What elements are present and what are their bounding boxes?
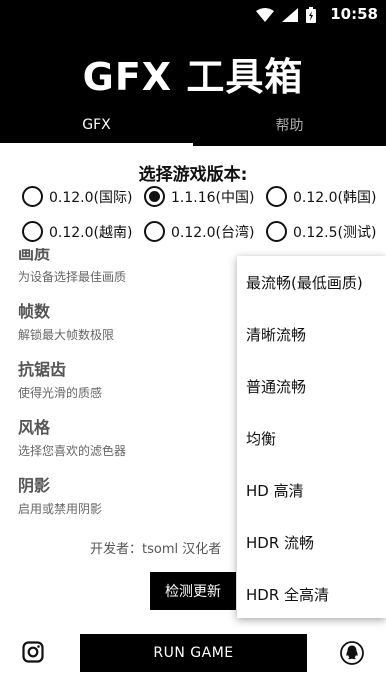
radio-checked-icon[interactable]	[144, 186, 165, 207]
version-option-label: 0.12.0(国际)	[49, 189, 133, 206]
battery-icon	[306, 7, 316, 23]
app-header: GFX 工具箱 GFX 帮助	[0, 30, 386, 146]
radio-unchecked-icon[interactable]	[266, 186, 287, 207]
version-option-label: 0.12.0(台湾)	[171, 224, 255, 241]
dropdown-option-normal-smooth[interactable]: 普通流畅	[237, 360, 386, 412]
version-radio-row-1: 0.12.0(国际) 1.1.16(中国) 0.12.0(韩国)	[22, 186, 382, 207]
version-radio-row-2: 0.12.0(越南) 0.12.0(台湾) 0.12.5(测试)	[22, 221, 382, 242]
wifi-icon	[256, 8, 274, 22]
radio-unchecked-icon[interactable]	[22, 221, 43, 242]
status-bar: 10:58	[0, 0, 386, 30]
tab-bar: GFX 帮助	[0, 104, 386, 146]
bottom-bar: RUN GAME	[0, 630, 386, 687]
developer-credit: 开发者：tsoml 汉化者	[90, 542, 222, 557]
dropdown-option-smoothest[interactable]: 最流畅(最低画质)	[237, 256, 386, 308]
status-time: 10:58	[330, 5, 378, 23]
tab-help[interactable]: 帮助	[193, 104, 386, 146]
version-option-label: 0.12.0(韩国)	[293, 189, 377, 206]
quality-dropdown-menu: 最流畅(最低画质) 清晰流畅 普通流畅 均衡 HD 高清 HDR 流畅 HDR …	[237, 256, 386, 618]
radio-unchecked-icon[interactable]	[144, 221, 165, 242]
version-option-label: 1.1.16(中国)	[171, 189, 255, 206]
version-option-label: 0.12.5(测试)	[293, 224, 377, 241]
version-section-title: 选择游戏版本:	[138, 165, 248, 185]
qq-icon[interactable]	[340, 641, 364, 665]
version-option-korea[interactable]: 0.12.0(韩国)	[266, 186, 382, 207]
dropdown-option-hd[interactable]: HD 高清	[237, 464, 386, 516]
version-option-china[interactable]: 1.1.16(中国)	[144, 186, 260, 207]
instagram-icon[interactable]	[22, 641, 44, 663]
version-option-taiwan[interactable]: 0.12.0(台湾)	[144, 221, 260, 242]
version-option-label: 0.12.0(越南)	[49, 224, 133, 241]
dropdown-option-clear-smooth[interactable]: 清晰流畅	[237, 308, 386, 360]
version-option-global[interactable]: 0.12.0(国际)	[22, 186, 138, 207]
signal-icon	[282, 8, 298, 22]
check-update-button[interactable]: 检测更新	[150, 572, 236, 610]
version-option-vietnam[interactable]: 0.12.0(越南)	[22, 221, 138, 242]
run-game-button[interactable]: RUN GAME	[80, 634, 307, 672]
radio-unchecked-icon[interactable]	[22, 186, 43, 207]
dropdown-option-balanced[interactable]: 均衡	[237, 412, 386, 464]
radio-unchecked-icon[interactable]	[266, 221, 287, 242]
version-option-beta[interactable]: 0.12.5(测试)	[266, 221, 382, 242]
dropdown-option-hdr-full-hd[interactable]: HDR 全高清	[237, 568, 386, 620]
status-icons	[256, 7, 316, 23]
tab-gfx[interactable]: GFX	[0, 104, 193, 146]
dropdown-option-hdr-smooth[interactable]: HDR 流畅	[237, 516, 386, 568]
app-title: GFX 工具箱	[82, 55, 304, 99]
